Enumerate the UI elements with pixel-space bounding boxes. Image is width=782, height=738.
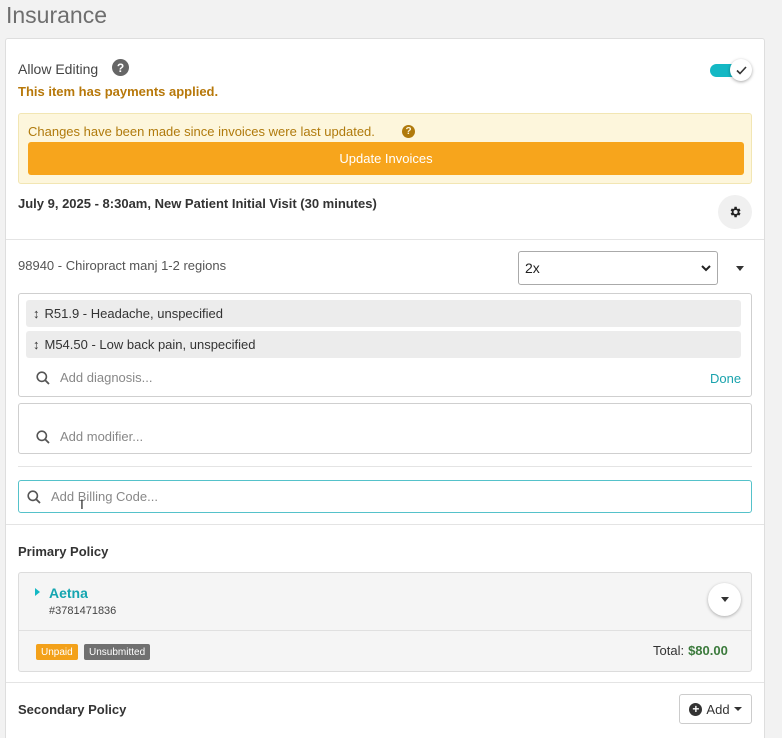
units-select[interactable]: 2x	[518, 251, 718, 285]
checkmark-icon	[735, 65, 747, 75]
procedure-menu-caret-icon[interactable]	[736, 266, 744, 271]
warning-help-icon[interactable]: ?	[402, 125, 415, 138]
status-badge-unsubmitted: Unsubmitted	[84, 644, 151, 660]
toggle-knob	[730, 59, 752, 81]
visit-settings-button[interactable]	[718, 195, 752, 229]
billing-search	[27, 489, 451, 504]
diagnosis-item[interactable]: ↕ R51.9 - Headache, unspecified	[26, 300, 741, 327]
modifier-box	[18, 403, 752, 454]
policy-options-button[interactable]	[708, 583, 741, 616]
add-secondary-policy-button[interactable]: + Add	[679, 694, 752, 724]
secondary-policy-heading: Secondary Policy	[18, 702, 127, 717]
caret-down-icon	[733, 707, 742, 711]
search-icon	[36, 429, 50, 444]
section-divider	[6, 524, 764, 525]
chevron-down-icon	[701, 264, 711, 271]
diagnosis-search-input[interactable]	[60, 370, 360, 385]
billing-code-box	[18, 480, 752, 513]
drag-handle-icon[interactable]: ↕	[33, 337, 40, 352]
modifier-search-input[interactable]	[60, 429, 360, 444]
total-label: Total:	[653, 643, 685, 658]
visit-title: July 9, 2025 - 8:30am, New Patient Initi…	[18, 196, 377, 211]
caret-down-icon	[720, 597, 729, 602]
help-icon[interactable]: ?	[112, 59, 129, 76]
section-divider	[6, 682, 764, 683]
plus-circle-icon: +	[689, 702, 703, 716]
billing-code-input[interactable]	[51, 489, 451, 504]
insurance-card: Allow Editing ? This item has payments a…	[5, 38, 765, 738]
section-divider	[18, 466, 752, 467]
diagnosis-item[interactable]: ↕ M54.50 - Low back pain, unspecified	[26, 331, 741, 358]
drag-handle-icon[interactable]: ↕	[33, 306, 40, 321]
modifier-search	[36, 429, 360, 444]
search-icon	[27, 489, 41, 504]
allow-editing-toggle[interactable]	[710, 59, 752, 81]
page-title: Insurance	[6, 2, 108, 28]
diagnosis-done-link[interactable]: Done	[710, 371, 741, 386]
primary-policy-heading: Primary Policy	[18, 544, 109, 559]
policy-divider	[19, 630, 751, 631]
invoice-warning-box: Changes have been made since invoices we…	[18, 113, 752, 184]
expand-caret-icon[interactable]	[35, 588, 40, 596]
procedure-code-label: 98940 - Chiropract manj 1-2 regions	[18, 258, 227, 273]
diagnosis-label: M54.50 - Low back pain, unspecified	[44, 337, 256, 352]
primary-policy-box: Aetna #3781471836 Unpaid Unsubmitted Tot…	[18, 572, 752, 672]
units-selected-value: 2x	[525, 260, 540, 276]
policy-total: Total: $80.00	[653, 643, 728, 658]
total-value: $80.00	[688, 643, 728, 658]
invoice-warning-text: Changes have been made since invoices we…	[28, 124, 375, 139]
diagnosis-search	[36, 370, 360, 385]
diagnosis-label: R51.9 - Headache, unspecified	[44, 306, 224, 321]
section-divider	[6, 239, 764, 240]
status-badge-unpaid: Unpaid	[36, 644, 78, 660]
allow-editing-label: Allow Editing	[18, 61, 99, 77]
insurer-name[interactable]: Aetna	[49, 585, 88, 601]
update-invoices-button[interactable]: Update Invoices	[28, 142, 744, 175]
text-cursor-icon: I	[80, 496, 84, 512]
diagnosis-box: ↕ R51.9 - Headache, unspecified ↕ M54.50…	[18, 293, 752, 397]
gear-icon	[730, 206, 741, 218]
policy-number: #3781471836	[49, 605, 117, 617]
add-button-label: Add	[706, 701, 730, 717]
payments-applied-note: This item has payments applied.	[18, 84, 219, 99]
search-icon	[36, 370, 50, 385]
